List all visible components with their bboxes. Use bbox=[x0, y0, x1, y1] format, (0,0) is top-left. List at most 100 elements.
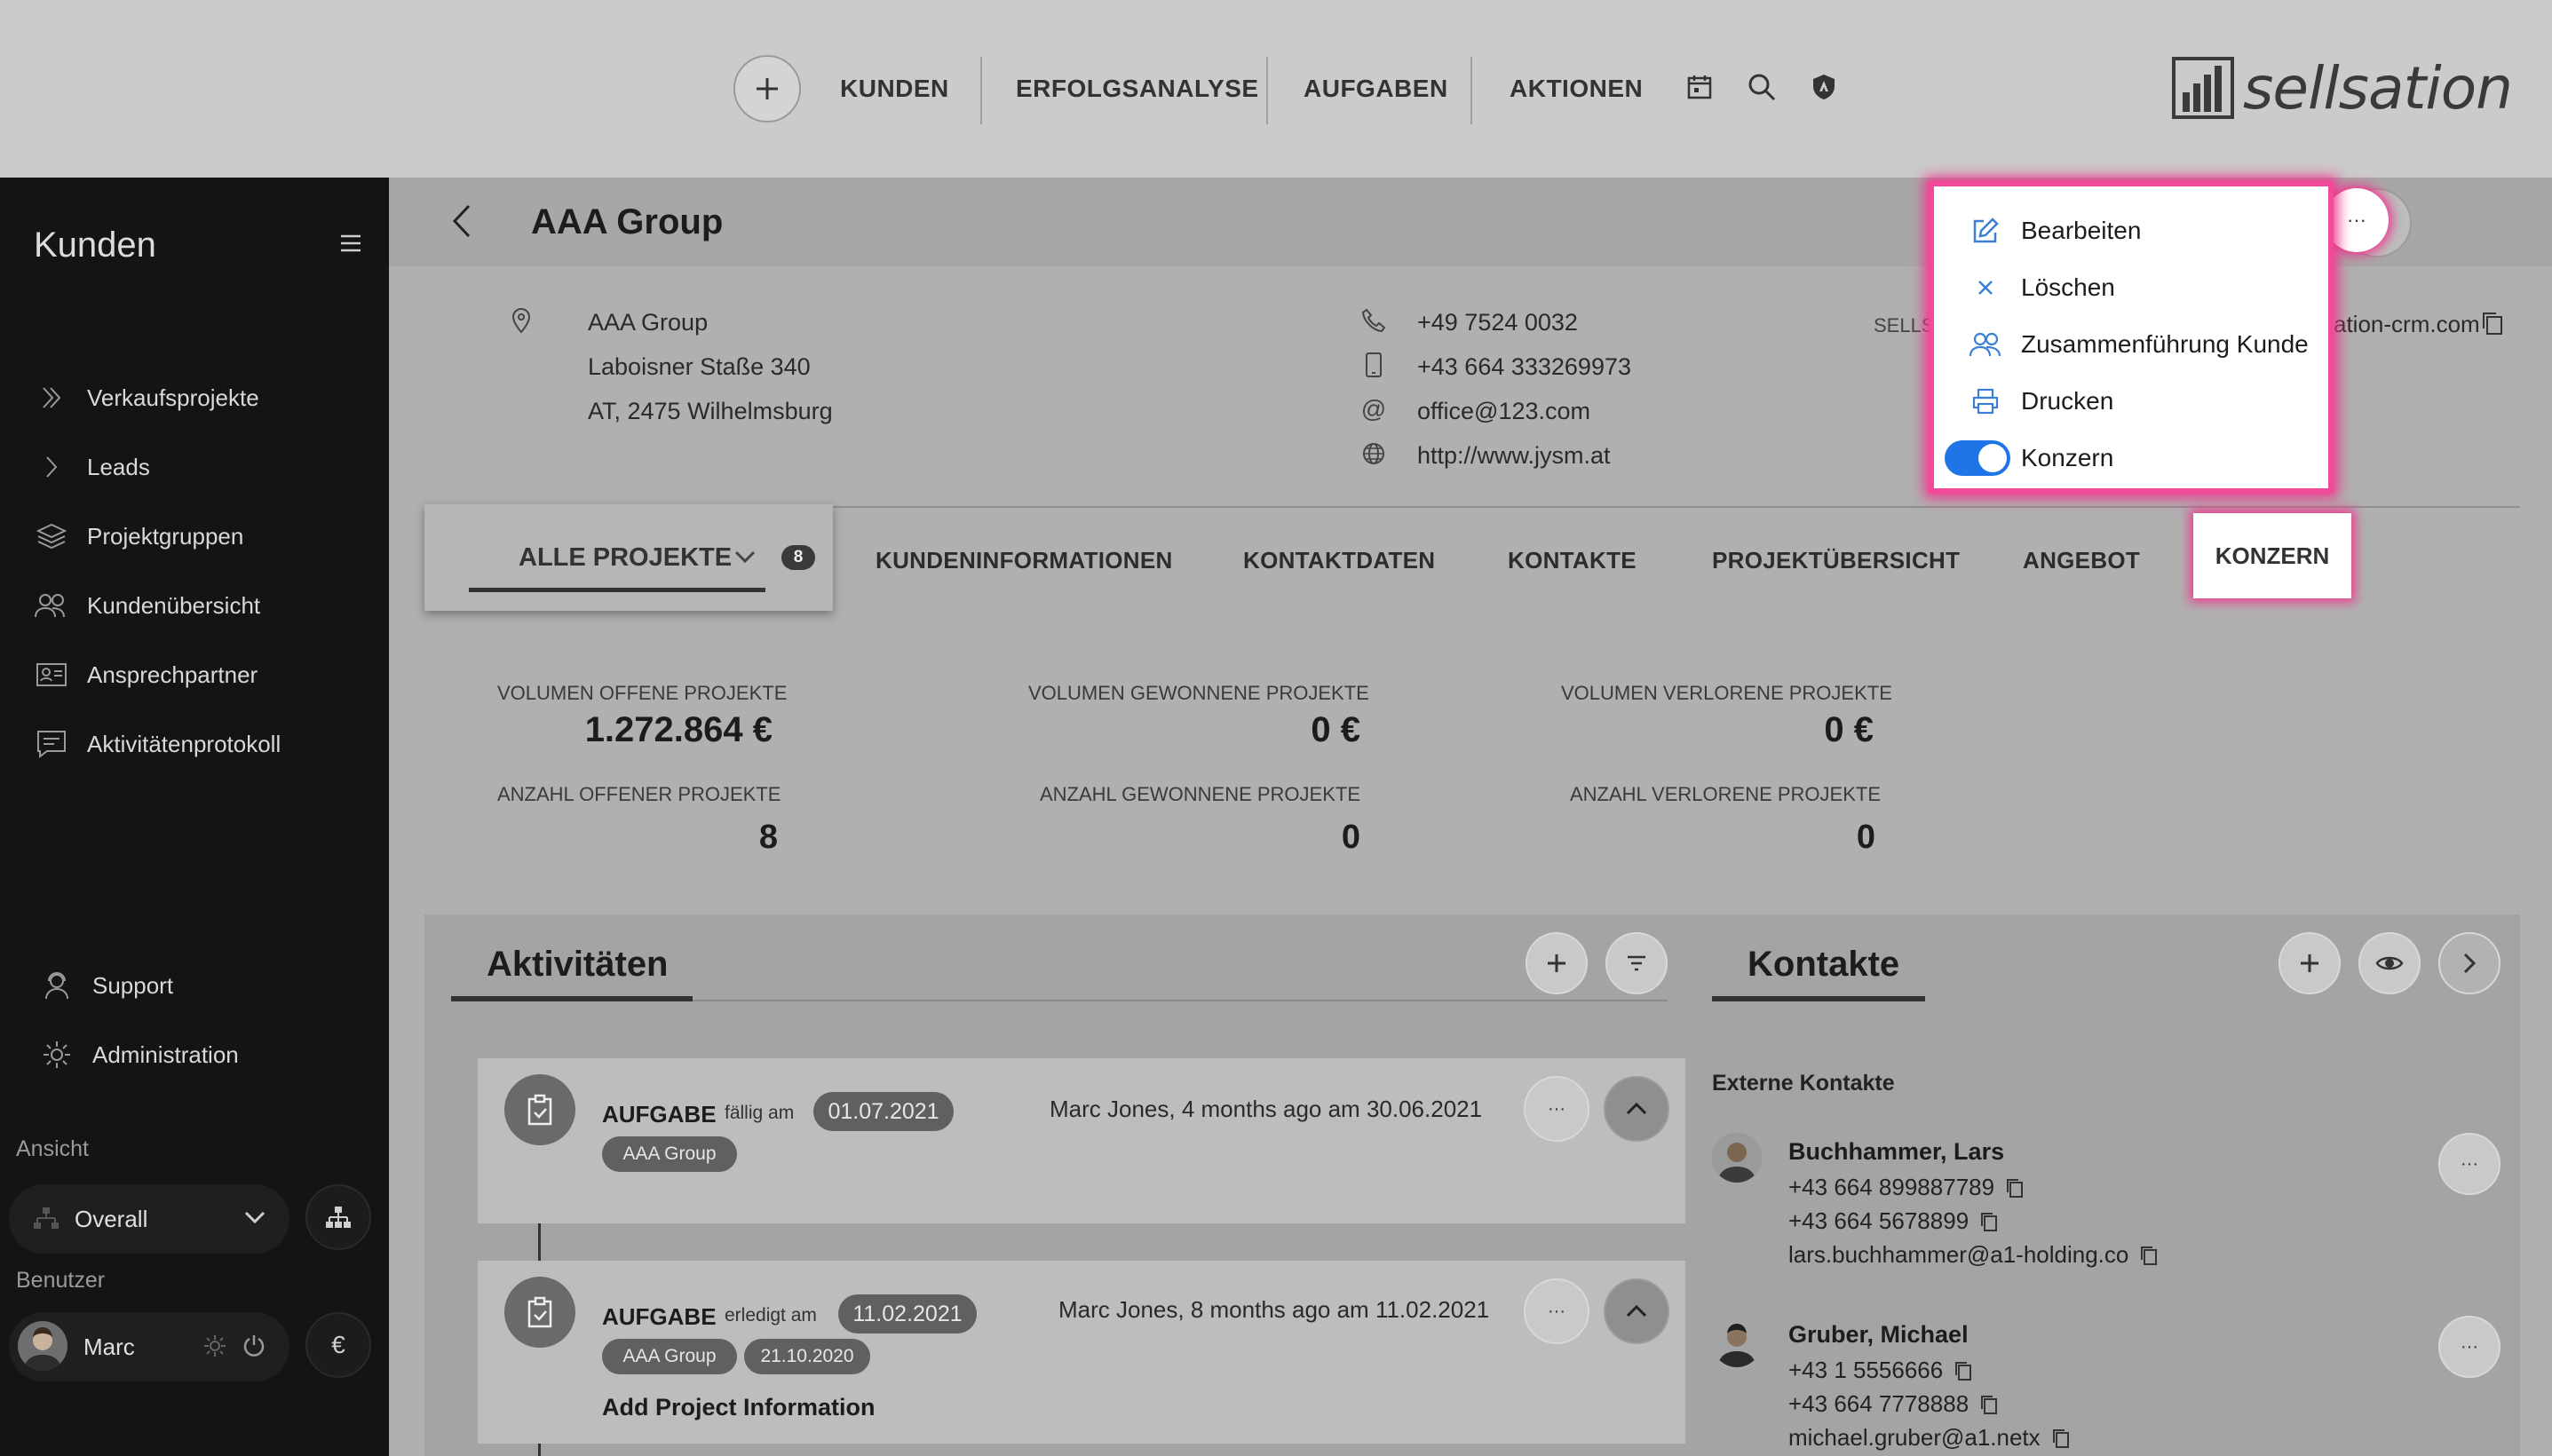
sidebar-item-aktivitaetenprotokoll[interactable]: Aktivitätenprotokoll bbox=[34, 726, 281, 762]
hierarchy-icon bbox=[32, 1206, 60, 1230]
customer-email[interactable]: office@123.com bbox=[1417, 398, 1590, 425]
ellipsis-icon: ··· bbox=[1548, 1098, 1565, 1119]
sidebar-item-label: Kundenübersicht bbox=[87, 591, 261, 619]
double-chevron-right-icon bbox=[34, 380, 69, 415]
copy-icon[interactable] bbox=[1979, 1211, 1999, 1232]
copy-icon[interactable] bbox=[1954, 1360, 1973, 1381]
activity-tag[interactable]: AAA Group bbox=[602, 1339, 737, 1374]
shield-icon[interactable] bbox=[1806, 69, 1842, 105]
stat-label: ANZAHL OFFENER PROJEKTE bbox=[497, 783, 781, 805]
activity-more-button[interactable]: ··· bbox=[1524, 1278, 1589, 1344]
sidebar-support[interactable]: Support bbox=[39, 968, 173, 1003]
back-arrow-icon[interactable] bbox=[448, 202, 474, 240]
menu-item-bearbeiten[interactable]: Bearbeiten bbox=[1969, 213, 2141, 249]
nav-divider bbox=[1266, 57, 1268, 124]
contact-email-text: lars.buchhammer@a1-holding.co bbox=[1788, 1241, 2129, 1268]
customer-name: AAA Group bbox=[588, 309, 709, 336]
contacts-title: Kontakte bbox=[1748, 945, 1900, 984]
nav-erfolgsanalyse[interactable]: ERFOLGSANALYSE bbox=[1016, 75, 1259, 105]
sidebar-administration[interactable]: Administration bbox=[39, 1037, 239, 1072]
next-contacts-button[interactable] bbox=[2438, 932, 2500, 994]
stat-value: 0 € bbox=[1824, 710, 1874, 749]
user-settings-icon[interactable] bbox=[202, 1333, 227, 1358]
nav-kunden[interactable]: KUNDEN bbox=[840, 75, 949, 105]
tab-konzern[interactable]: KONZERN bbox=[2193, 513, 2351, 598]
org-chart-button[interactable] bbox=[305, 1184, 371, 1250]
avatar[interactable] bbox=[18, 1321, 67, 1371]
nav-aufgaben[interactable]: AUFGABEN bbox=[1304, 75, 1448, 105]
collapse-activity-button[interactable] bbox=[1604, 1278, 1669, 1344]
tab-kundeninformationen[interactable]: KUNDENINFORMATIONEN bbox=[876, 547, 1173, 574]
tab-projektuebersicht[interactable]: PROJEKTÜBERSICHT bbox=[1712, 547, 1960, 574]
user-name: Marc bbox=[83, 1333, 135, 1360]
contact-mobile[interactable]: +43 664 7778888 bbox=[1788, 1390, 1999, 1418]
customer-phone[interactable]: +49 7524 0032 bbox=[1417, 309, 1578, 336]
contact-name[interactable]: Gruber, Michael bbox=[1788, 1321, 1969, 1349]
contact-email[interactable]: michael.gruber@a1.netx bbox=[1788, 1424, 2071, 1452]
contact-mobile-text: +43 664 5678899 bbox=[1788, 1207, 1969, 1234]
activity-tag[interactable]: 21.10.2020 bbox=[744, 1339, 870, 1374]
customer-mobile[interactable]: +43 664 333269973 bbox=[1417, 353, 1631, 381]
currency-button[interactable]: € bbox=[305, 1312, 371, 1378]
contact-name[interactable]: Buchhammer, Lars bbox=[1788, 1138, 2004, 1166]
activity-subject[interactable]: Add Project Information bbox=[602, 1394, 876, 1421]
copy-icon[interactable] bbox=[1979, 1394, 1999, 1415]
user-label: Benutzer bbox=[16, 1268, 106, 1293]
view-contacts-button[interactable] bbox=[2358, 932, 2421, 994]
calendar-icon[interactable] bbox=[1682, 69, 1717, 105]
activity-more-button[interactable]: ··· bbox=[1524, 1076, 1589, 1142]
contact-mobile[interactable]: +43 664 5678899 bbox=[1788, 1207, 1999, 1235]
menu-item-zusammenfuehrung-kunde[interactable]: Zusammenführung Kunde bbox=[1969, 327, 2309, 362]
tab-angebot[interactable]: ANGEBOT bbox=[2023, 547, 2140, 574]
add-activity-button[interactable] bbox=[1526, 932, 1588, 994]
sidebar-item-verkaufsprojekte[interactable]: Verkaufsprojekte bbox=[34, 380, 259, 415]
view-value: Overall bbox=[75, 1206, 148, 1232]
chevron-right-icon bbox=[34, 449, 69, 485]
contact-avatar bbox=[1712, 1133, 1762, 1183]
nav-aktionen[interactable]: AKTIONEN bbox=[1510, 75, 1643, 105]
stat-lost-volume: VOLUMEN VERLORENE PROJEKTE 0 € bbox=[1561, 682, 1892, 750]
sidebar-item-projektgruppen[interactable]: Projektgruppen bbox=[34, 518, 243, 554]
sidebar-item-kundenuebersicht[interactable]: Kundenübersicht bbox=[34, 588, 260, 623]
search-icon[interactable] bbox=[1744, 69, 1779, 105]
copy-icon[interactable] bbox=[2005, 1177, 2025, 1199]
clipboard-icon bbox=[504, 1277, 575, 1348]
customer-website[interactable]: http://www.jysm.at bbox=[1417, 442, 1611, 470]
add-button[interactable] bbox=[733, 55, 801, 123]
view-label: Ansicht bbox=[16, 1136, 89, 1161]
mobile-icon bbox=[1360, 352, 1387, 378]
menu-item-konzern-toggle[interactable]: Konzern bbox=[1945, 440, 2113, 476]
contact-phone[interactable]: +43 1 5556666 bbox=[1788, 1357, 1973, 1384]
sidebar-item-leads[interactable]: Leads bbox=[34, 449, 150, 485]
konzern-toggle-switch[interactable] bbox=[1945, 440, 2010, 476]
contact-phone[interactable]: +43 664 899887789 bbox=[1788, 1174, 2025, 1201]
copy-icon[interactable] bbox=[2481, 311, 2504, 336]
chevron-down-icon[interactable] bbox=[733, 549, 757, 565]
sidebar-item-ansprechpartner[interactable]: Ansprechpartner bbox=[34, 657, 258, 692]
users-icon bbox=[1969, 328, 2001, 360]
contact-more-button[interactable]: ··· bbox=[2438, 1133, 2500, 1195]
more-options-button[interactable]: ··· bbox=[2325, 188, 2389, 252]
add-contact-button[interactable] bbox=[2279, 932, 2341, 994]
copy-icon[interactable] bbox=[2139, 1245, 2159, 1266]
crm-link[interactable]: ation-crm.com bbox=[2334, 311, 2480, 338]
menu-item-loeschen[interactable]: Löschen bbox=[1969, 270, 2115, 305]
contact-email[interactable]: lars.buchhammer@a1-holding.co bbox=[1788, 1241, 2159, 1269]
power-icon[interactable] bbox=[242, 1333, 266, 1358]
hamburger-menu-icon[interactable] bbox=[339, 233, 362, 254]
activity-tag[interactable]: AAA Group bbox=[602, 1136, 737, 1172]
sidebar-title: Kunden bbox=[34, 226, 156, 265]
contact-more-button[interactable]: ··· bbox=[2438, 1316, 2500, 1378]
tab-kontakte[interactable]: KONTAKTE bbox=[1508, 547, 1637, 574]
filter-activities-button[interactable] bbox=[1605, 932, 1668, 994]
stat-lost-count: ANZAHL VERLORENE PROJEKTE 0 bbox=[1561, 783, 1881, 857]
plus-icon bbox=[2301, 954, 2318, 972]
project-count-badge: 8 bbox=[781, 545, 815, 570]
stat-value: 0 € bbox=[1311, 710, 1360, 749]
collapse-activity-button[interactable] bbox=[1604, 1076, 1669, 1142]
copy-icon[interactable] bbox=[2051, 1428, 2071, 1449]
tab-kontaktdaten[interactable]: KONTAKTDATEN bbox=[1243, 547, 1435, 574]
active-tab-underline bbox=[469, 588, 765, 592]
menu-item-drucken[interactable]: Drucken bbox=[1969, 384, 2113, 419]
nav-divider bbox=[1470, 57, 1472, 124]
